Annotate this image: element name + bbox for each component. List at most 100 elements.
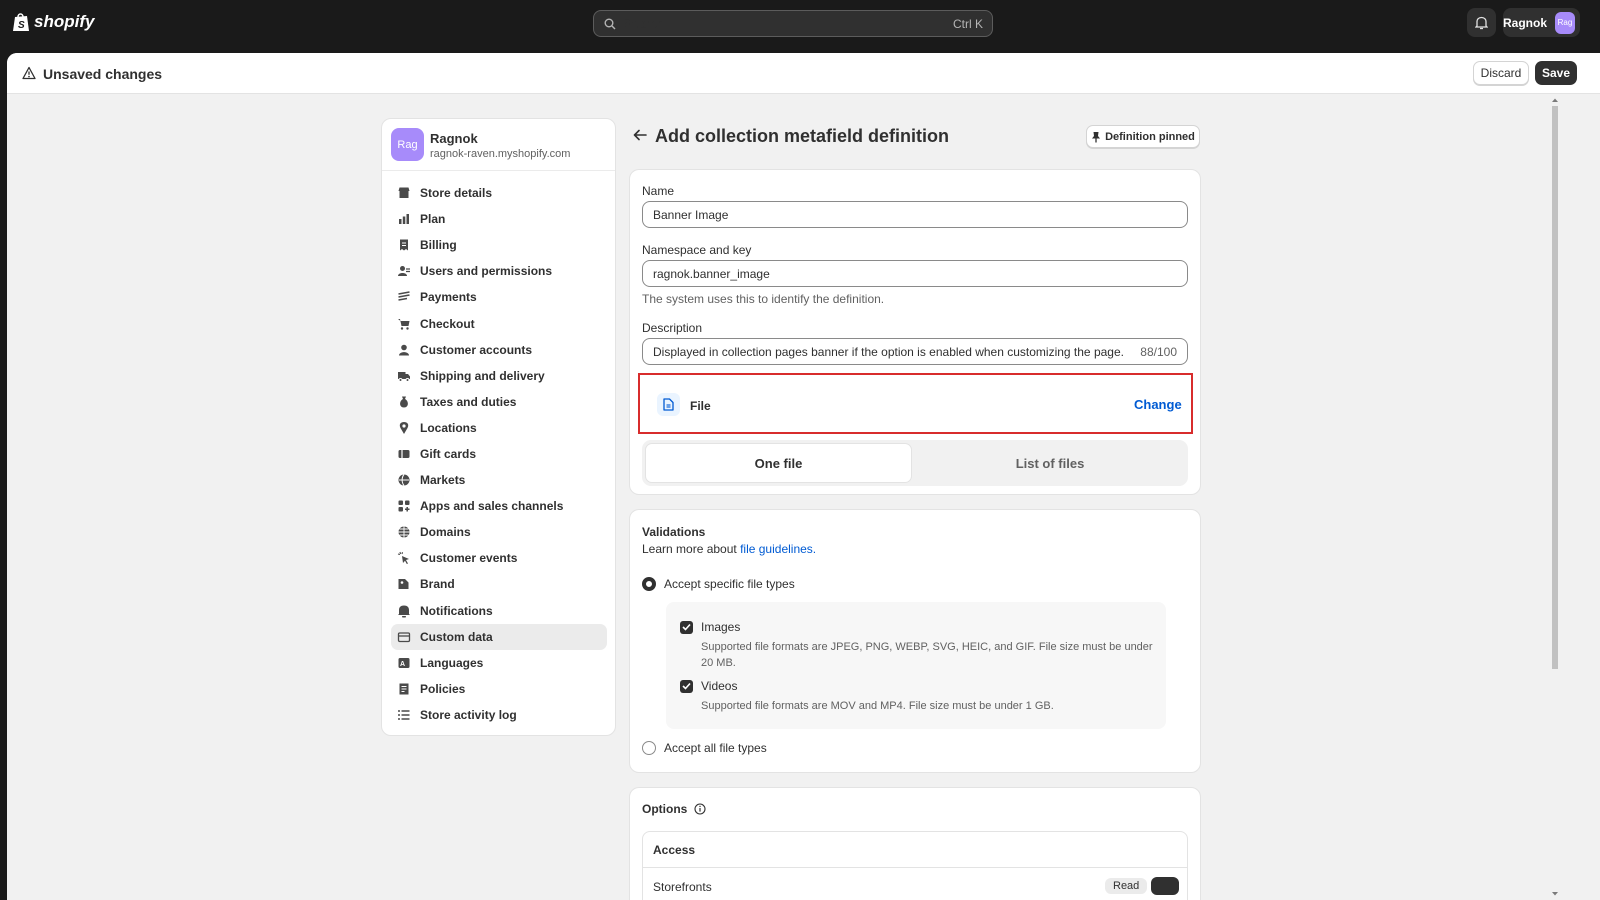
videos-checkbox[interactable] (680, 679, 693, 693)
sidebar-item-billing[interactable]: Billing (391, 232, 607, 258)
options-title: Options (642, 802, 688, 816)
sidebar-item-users-and-permissions[interactable]: Users and permissions (391, 258, 607, 284)
definition-pinned-button[interactable]: Definition pinned (1086, 125, 1200, 148)
images-option[interactable]: Images (680, 620, 740, 634)
list-of-files-option[interactable]: List of files (915, 443, 1185, 483)
storefront-access-toggle[interactable] (1151, 877, 1179, 895)
sidebar-item-label: Custom data (420, 629, 493, 644)
sidebar-item-label: Store details (420, 186, 493, 201)
namespace-key-help: The system uses this to identify the def… (642, 292, 885, 306)
namespace-key-input[interactable]: ragnok.banner_image (642, 260, 1188, 287)
definition-pinned-label: Definition pinned (1105, 130, 1195, 143)
change-type-button[interactable]: Change (1134, 397, 1182, 412)
sidebar-item-label: Notifications (420, 603, 493, 618)
sidebar-item-store-details[interactable]: Store details (391, 180, 607, 206)
store-icon (398, 187, 410, 199)
description-input[interactable]: Displayed in collection pages banner if … (642, 338, 1188, 365)
sidebar-item-label: Shipping and delivery (420, 368, 545, 383)
settings-sidebar: Rag Ragnok ragnok-raven.myshopify.com St… (381, 118, 616, 736)
user-name: Ragnok (1503, 15, 1548, 30)
access-title: Access (643, 832, 1187, 868)
videos-option[interactable]: Videos (680, 679, 737, 693)
sidebar-item-domains[interactable]: Domains (391, 519, 607, 545)
search-icon (604, 18, 616, 29)
info-icon[interactable] (694, 803, 706, 815)
search-bar[interactable]: Search Ctrl K (593, 10, 993, 37)
list-icon (398, 709, 410, 720)
sidebar-item-label: Payments (420, 290, 477, 305)
one-file-option[interactable]: One file (645, 443, 912, 483)
user-menu-button[interactable]: Ragnok Rag (1503, 8, 1580, 37)
sidebar-item-apps-and-sales-channels[interactable]: Apps and sales channels (391, 493, 607, 519)
sidebar-item-label: Languages (420, 655, 484, 670)
save-button[interactable]: Save (1535, 61, 1577, 85)
search-placeholder: Search (623, 16, 665, 31)
scroll-down-icon[interactable] (1551, 891, 1559, 897)
file-guidelines-link[interactable]: file guidelines. (740, 542, 816, 556)
sidebar-item-plan[interactable]: Plan (391, 206, 607, 232)
brand-icon (398, 579, 409, 590)
sidebar-item-brand[interactable]: Brand (391, 571, 607, 597)
sidebar-item-store-activity-log[interactable]: Store activity log (391, 702, 607, 728)
images-checkbox[interactable] (680, 620, 693, 634)
name-input[interactable]: Banner Image (642, 201, 1188, 228)
type-icon-wrap (657, 393, 680, 416)
sidebar-item-taxes-and-duties[interactable]: Taxes and duties (391, 389, 607, 415)
sidebar-item-customer-events[interactable]: Customer events (391, 545, 607, 571)
person-icon (399, 344, 409, 356)
scroll-up-icon[interactable] (1551, 97, 1559, 103)
videos-help: Supported file formats are MOV and MP4. … (701, 700, 1054, 712)
sidebar-item-gift-cards[interactable]: Gift cards (391, 441, 607, 467)
notifications-button[interactable] (1467, 8, 1496, 37)
language-icon: A (398, 657, 410, 668)
users-icon (398, 266, 410, 277)
sidebar-item-label: Taxes and duties (420, 394, 517, 409)
sidebar-item-customer-accounts[interactable]: Customer accounts (391, 337, 607, 363)
contextual-save-bar: Unsaved changes Discard Save (7, 53, 1600, 94)
sidebar-item-label: Customer accounts (420, 342, 533, 357)
shopify-bag-icon: S (13, 13, 29, 31)
scrollbar-thumb[interactable] (1552, 106, 1558, 669)
sidebar-item-shipping-and-delivery[interactable]: Shipping and delivery (391, 363, 607, 389)
sidebar-item-label: Markets (420, 473, 466, 488)
definition-card: Name Banner Image Namespace and key ragn… (629, 169, 1201, 495)
tax-icon (400, 396, 408, 408)
file-count-segmented-control: One file List of files (642, 440, 1188, 486)
namespace-key-label: Namespace and key (642, 243, 752, 257)
sidebar-item-label: Apps and sales channels (420, 499, 564, 514)
settings-window: Unsaved changes Discard Save Rag Ragnok … (7, 53, 1600, 900)
sidebar-item-policies[interactable]: Policies (391, 676, 607, 702)
top-bar: S shopify Search Ctrl K Ragnok Rag (0, 0, 1600, 46)
bell-icon (398, 605, 410, 618)
accept-specific-option[interactable]: Accept specific file types (642, 577, 795, 591)
store-avatar: Rag (391, 128, 424, 161)
access-section: Access Storefronts Read (642, 831, 1188, 900)
accept-specific-radio[interactable] (642, 577, 656, 591)
description-char-count: 88/100 (1140, 344, 1177, 359)
accept-all-option[interactable]: Accept all file types (642, 741, 767, 755)
discard-button[interactable]: Discard (1473, 61, 1529, 85)
sidebar-item-label: Domains (420, 525, 471, 540)
sidebar-item-locations[interactable]: Locations (391, 415, 607, 441)
shopify-logo[interactable]: S shopify (12, 12, 94, 32)
sidebar-item-label: Policies (420, 681, 466, 696)
sidebar-item-label: Customer events (420, 551, 518, 566)
back-arrow-icon[interactable] (633, 129, 647, 141)
sidebar-item-languages[interactable]: A Languages (391, 650, 607, 676)
accept-all-radio[interactable] (642, 741, 656, 755)
file-icon (663, 398, 674, 411)
sidebar-item-notifications[interactable]: Notifications (391, 598, 607, 624)
sidebar-item-custom-data[interactable]: Custom data (391, 623, 607, 650)
page-header: Add collection metafield definition Defi… (629, 118, 1201, 154)
custom-data-icon (397, 631, 411, 642)
settings-nav: Store details Plan Billing Users and permis… (391, 180, 607, 728)
store-header[interactable]: Rag Ragnok ragnok-raven.myshopify.com (382, 119, 615, 171)
sidebar-item-label: Users and permissions (420, 264, 553, 279)
sidebar-item-checkout[interactable]: Checkout (391, 310, 607, 336)
sidebar-item-markets[interactable]: Markets (391, 467, 607, 493)
validations-learn-more: Learn more about file guidelines. (642, 542, 816, 556)
warning-icon (22, 66, 36, 80)
domain-icon (398, 526, 410, 538)
svg-text:A: A (400, 661, 405, 668)
sidebar-item-payments[interactable]: Payments (391, 284, 607, 310)
